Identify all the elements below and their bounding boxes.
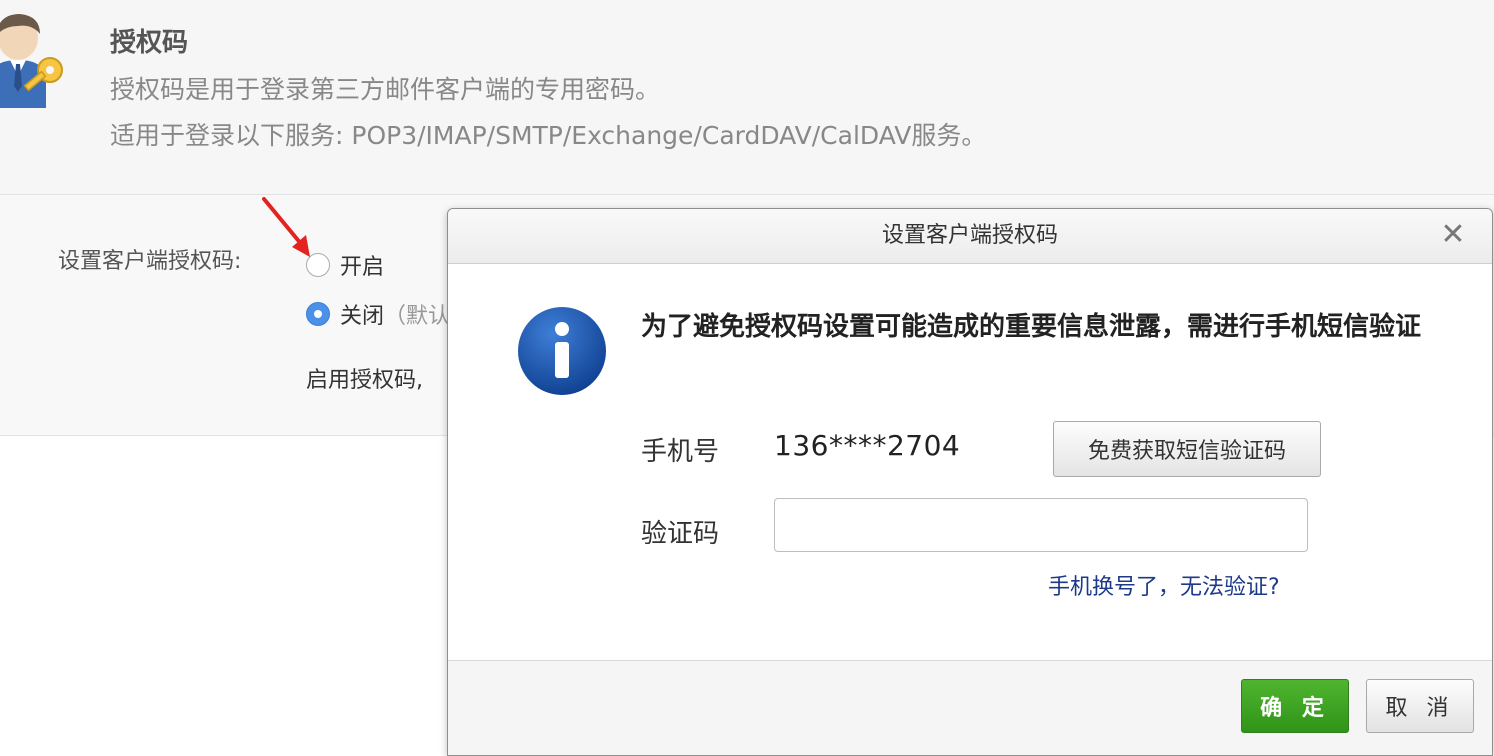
dialog-header: 设置客户端授权码 ✕ [448,209,1492,264]
phone-changed-help-link[interactable]: 手机换号了，无法验证? [1048,569,1280,601]
code-label: 验证码 [641,519,720,549]
phone-label: 手机号 [641,437,720,467]
radio-off-label[interactable]: 关闭（默认 [340,298,450,330]
sms-verification-dialog: 设置客户端授权码 ✕ 为了避免授权码设置可能造成的重要信息泄露，需进行手机短信验… [447,208,1493,756]
enable-auth-code-text: 启用授权码, [306,368,423,393]
dialog-title: 设置客户端授权码 [881,223,1058,248]
red-arrow-icon [262,197,310,257]
radio-off-text: 关闭 [340,304,385,329]
auth-code-info-section: 授权码 授权码是用于登录第三方邮件客户端的专用密码。 适用于登录以下服务: PO… [0,0,1494,195]
confirm-button[interactable]: 确 定 [1241,679,1349,733]
info-icon [518,307,606,395]
verification-code-input[interactable] [774,498,1308,552]
radio-off-hint: （默认 [384,304,451,329]
close-icon[interactable]: ✕ [1438,220,1468,250]
dialog-footer: 确 定 取 消 [448,660,1492,755]
radio-on-label[interactable]: 开启 [340,249,384,281]
description-line-1: 授权码是用于登录第三方邮件客户端的专用密码。 [110,75,661,104]
verification-message: 为了避免授权码设置可能造成的重要信息泄露，需进行手机短信验证 [641,312,1422,342]
settings-label: 设置客户端授权码: [58,249,242,274]
cancel-button[interactable]: 取 消 [1366,679,1474,733]
user-key-avatar-icon [0,14,63,108]
radio-off-selected[interactable] [306,302,330,326]
get-sms-code-button[interactable]: 免费获取短信验证码 [1053,421,1321,477]
description-line-2: 适用于登录以下服务: POP3/IMAP/SMTP/Exchange/CardD… [110,121,987,150]
phone-number: 136****2704 [774,429,961,462]
page-title: 授权码 [110,28,189,58]
